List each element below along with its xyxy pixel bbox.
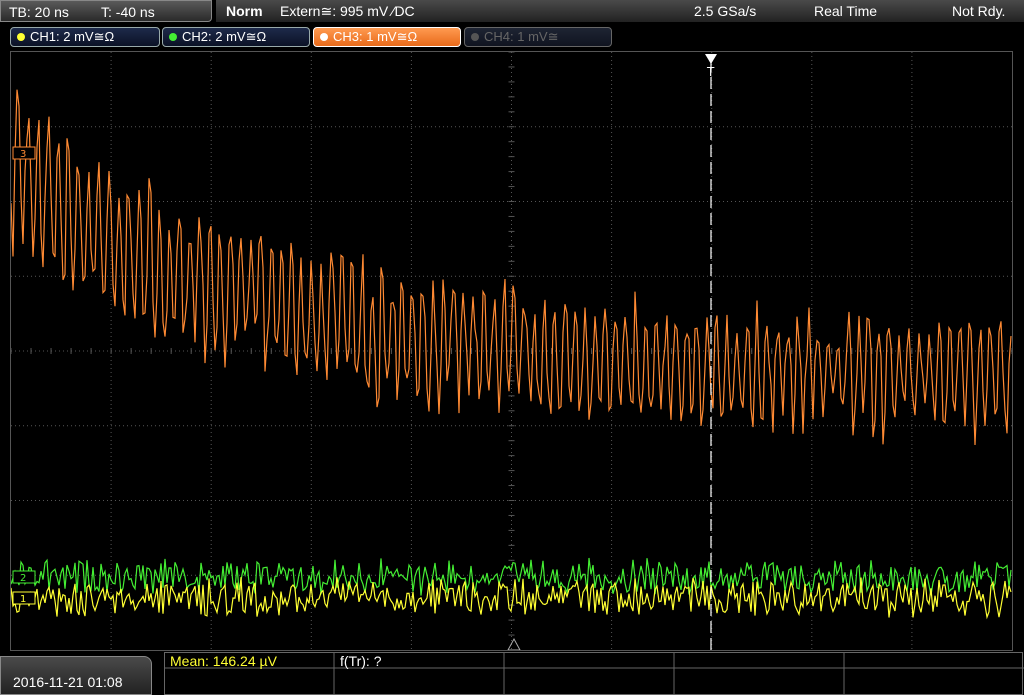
channel-4-label: CH4: 1 mV≅ xyxy=(484,29,559,44)
timebase-label: TB: 20 ns xyxy=(9,4,69,20)
status-bar: TB: 20 ns T: -40 ns Norm Extern≅: 995 mV… xyxy=(0,0,1024,24)
measurement-grid xyxy=(164,652,1024,695)
channel-2-label: CH2: 2 mV≅Ω xyxy=(182,29,267,44)
channel-3-marker-label: 3 xyxy=(20,149,26,160)
measurement-mean-label: Mean: 146.24 µV xyxy=(170,653,277,669)
acquisition-mode-label: Real Time xyxy=(814,3,878,19)
trigger-mode-label: Norm xyxy=(226,3,263,19)
trigger-time-label: T: -40 ns xyxy=(101,4,155,20)
center-position-marker-icon xyxy=(507,637,521,651)
channel-3-button[interactable]: CH3: 1 mV≅Ω xyxy=(313,27,461,47)
channel-2-button[interactable]: CH2: 2 mV≅Ω xyxy=(162,27,310,47)
channel-3-label: CH3: 1 mV≅Ω xyxy=(333,29,418,44)
channel-1-button[interactable]: CH1: 2 mV≅Ω xyxy=(10,27,160,47)
run-state-label: Not Rdy. xyxy=(952,3,1006,19)
measurement-frequency-label: f(Tr): ? xyxy=(340,653,382,669)
footer-bar: 2016-11-21 01:08 Mean: 146.24 µV f(Tr): … xyxy=(0,652,1024,695)
channel-1-dot-icon xyxy=(17,32,25,41)
trigger-source-label: Extern≅: 995 mV ⁄DC xyxy=(280,3,415,19)
trigger-marker-label: T xyxy=(706,65,715,79)
datetime-panel: 2016-11-21 01:08 xyxy=(0,656,152,695)
sample-rate-label: 2.5 GSa/s xyxy=(694,3,757,19)
channel-1-marker-label: 1 xyxy=(20,594,26,605)
waveform-canvas: T 3 2 1 xyxy=(10,51,1013,651)
channel-4-dot-icon xyxy=(471,32,479,41)
channel-4-button[interactable]: CH4: 1 mV≅ xyxy=(464,27,612,47)
acquisition-panel[interactable]: Norm Extern≅: 995 mV ⁄DC 2.5 GSa/s Real … xyxy=(216,0,1024,22)
channel-bar: CH1: 2 mV≅Ω CH2: 2 mV≅Ω CH3: 1 mV≅Ω CH4:… xyxy=(0,24,1024,50)
waveform-display[interactable]: T 3 2 1 xyxy=(10,51,1013,651)
trigger-arrow-icon[interactable] xyxy=(705,54,717,64)
channel-1-trace xyxy=(10,577,1012,620)
channel-1-label: CH1: 2 mV≅Ω xyxy=(30,29,115,44)
channel-3-dot-icon xyxy=(320,32,328,41)
measurement-panel[interactable]: Mean: 146.24 µV f(Tr): ? xyxy=(164,652,1024,695)
channel-2-dot-icon xyxy=(169,32,177,41)
channel-3-trace xyxy=(10,89,1012,446)
datetime-label: 2016-11-21 01:08 xyxy=(13,674,123,690)
timebase-panel[interactable]: TB: 20 ns T: -40 ns xyxy=(0,0,212,22)
channel-2-marker-label: 2 xyxy=(20,573,26,584)
